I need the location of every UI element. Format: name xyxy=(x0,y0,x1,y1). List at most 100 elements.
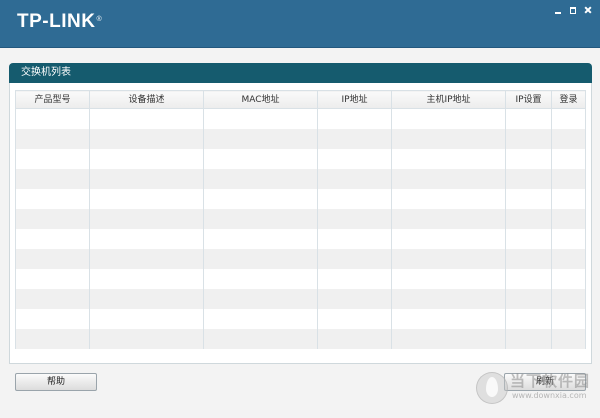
table-row[interactable] xyxy=(15,329,586,349)
table-cell xyxy=(551,289,586,309)
minimize-icon[interactable] xyxy=(552,4,564,16)
table-cell xyxy=(551,309,586,329)
table-row[interactable] xyxy=(15,269,586,289)
column-header-model[interactable]: 产品型号 xyxy=(15,90,90,109)
table-cell xyxy=(89,289,204,309)
table-cell xyxy=(551,108,586,129)
table-cell xyxy=(89,269,204,289)
table-row[interactable] xyxy=(15,249,586,269)
table-cell xyxy=(551,149,586,169)
table-cell xyxy=(505,289,552,309)
table-cell xyxy=(15,209,90,229)
table-cell xyxy=(203,269,318,289)
table-cell xyxy=(203,129,318,149)
table-cell xyxy=(391,149,506,169)
column-header-login[interactable]: 登录 xyxy=(551,90,586,109)
table-cell xyxy=(317,189,392,209)
table-cell xyxy=(15,269,90,289)
table-row[interactable] xyxy=(15,209,586,229)
column-header-mac[interactable]: MAC地址 xyxy=(203,90,318,109)
table-cell xyxy=(203,309,318,329)
table-cell xyxy=(391,289,506,309)
table-cell xyxy=(15,189,90,209)
table-row[interactable] xyxy=(15,189,586,209)
watermark-url: www.downxia.com xyxy=(512,391,587,400)
panel-header: 交换机列表 xyxy=(9,63,592,83)
table-cell xyxy=(317,329,392,349)
table-cell xyxy=(505,129,552,149)
table-cell xyxy=(391,329,506,349)
table-row[interactable] xyxy=(15,169,586,189)
table-cell xyxy=(391,209,506,229)
table-cell xyxy=(391,249,506,269)
table-cell xyxy=(551,169,586,189)
table-cell xyxy=(551,229,586,249)
table-cell xyxy=(317,269,392,289)
table-row[interactable] xyxy=(15,289,586,309)
table-cell xyxy=(15,289,90,309)
table-cell xyxy=(505,169,552,189)
table-cell xyxy=(15,169,90,189)
table-cell xyxy=(15,329,90,349)
table-cell xyxy=(317,309,392,329)
watermark: 当下软件园 www.downxia.com xyxy=(476,372,598,404)
column-header-ip-settings[interactable]: IP设置 xyxy=(505,90,552,109)
table-cell xyxy=(15,309,90,329)
table-row[interactable] xyxy=(15,309,586,329)
table-cell xyxy=(15,249,90,269)
table-cell xyxy=(317,249,392,269)
table-cell xyxy=(551,329,586,349)
table-row[interactable] xyxy=(15,229,586,249)
table-row[interactable] xyxy=(15,129,586,149)
table-cell xyxy=(505,269,552,289)
maximize-icon[interactable] xyxy=(567,4,579,16)
table-cell xyxy=(551,189,586,209)
table-cell xyxy=(203,169,318,189)
table-cell xyxy=(15,108,90,129)
table-cell xyxy=(89,149,204,169)
table-cell xyxy=(505,108,552,129)
table-cell xyxy=(89,329,204,349)
table-cell xyxy=(89,249,204,269)
table-row[interactable] xyxy=(15,149,586,169)
table-cell xyxy=(505,189,552,209)
table-cell xyxy=(203,289,318,309)
table-cell xyxy=(391,309,506,329)
table-cell xyxy=(505,309,552,329)
table-cell xyxy=(317,149,392,169)
table-cell xyxy=(89,189,204,209)
table-cell xyxy=(391,189,506,209)
close-icon[interactable] xyxy=(582,4,594,16)
table-cell xyxy=(89,229,204,249)
watermark-text: 当下软件园 xyxy=(510,372,591,390)
table-cell xyxy=(203,209,318,229)
table-cell xyxy=(505,229,552,249)
table-cell xyxy=(15,129,90,149)
table-cell xyxy=(203,229,318,249)
help-button[interactable]: 帮助 xyxy=(15,373,97,391)
table-cell xyxy=(203,249,318,269)
table-cell xyxy=(203,108,318,129)
table-cell xyxy=(317,289,392,309)
panel-title: 交换机列表 xyxy=(21,67,71,78)
table-header-row: 产品型号 设备描述 MAC地址 IP地址 主机IP地址 IP设置 登录 xyxy=(15,90,586,109)
table-cell xyxy=(15,149,90,169)
tp-link-logo: TP-LINK® xyxy=(17,11,103,32)
table-cell xyxy=(551,269,586,289)
table-cell xyxy=(89,129,204,149)
table-cell xyxy=(505,149,552,169)
table-cell xyxy=(391,169,506,189)
table-cell xyxy=(89,108,204,129)
table-row[interactable] xyxy=(15,108,586,129)
table-cell xyxy=(391,269,506,289)
table-cell xyxy=(551,129,586,149)
table-cell xyxy=(203,149,318,169)
table-cell xyxy=(317,229,392,249)
table-cell xyxy=(317,209,392,229)
table-cell xyxy=(391,129,506,149)
table-cell xyxy=(551,209,586,229)
table-cell xyxy=(89,169,204,189)
column-header-host-ip[interactable]: 主机IP地址 xyxy=(391,90,506,109)
column-header-description[interactable]: 设备描述 xyxy=(89,90,204,109)
column-header-ip[interactable]: IP地址 xyxy=(317,90,392,109)
